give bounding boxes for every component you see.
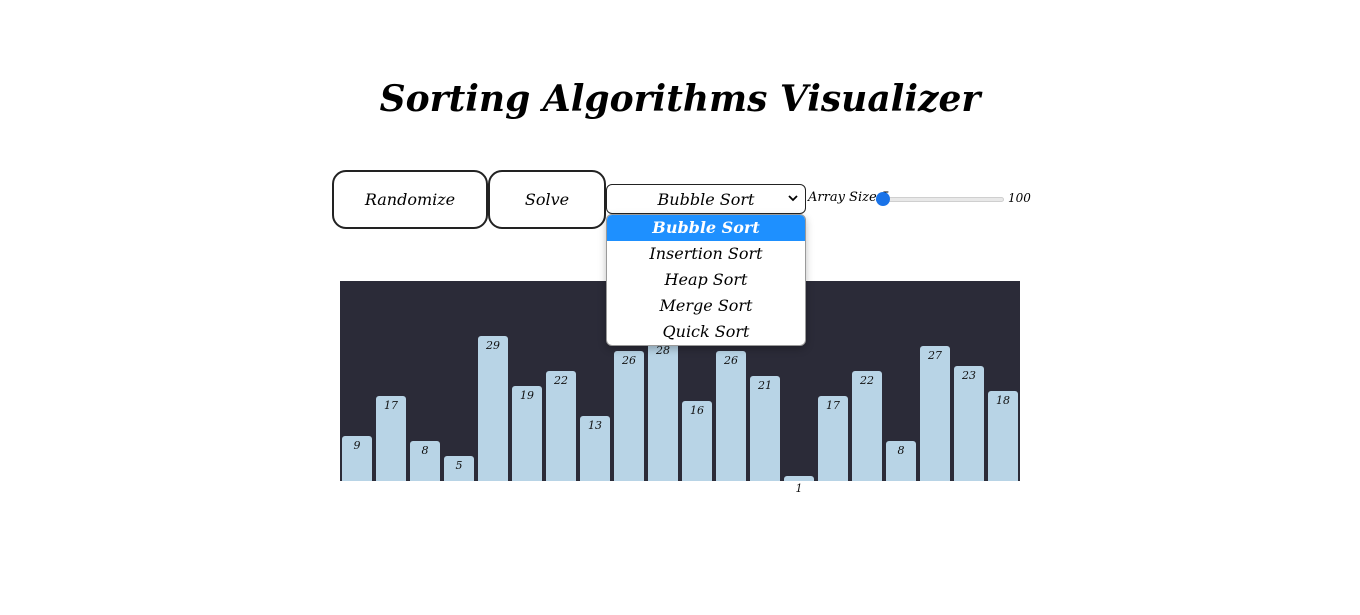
chart-bar: [614, 351, 644, 481]
chart-bar-label: 1: [795, 482, 803, 495]
algorithm-dropdown-list: Bubble Sort Insertion Sort Heap Sort Merge …: [606, 214, 806, 346]
chart-bar-label: 22: [554, 374, 568, 387]
chart-bar-label: 18: [996, 394, 1010, 407]
chart-bar-label: 13: [588, 419, 602, 432]
algorithm-option-merge-sort[interactable]: Merge Sort: [607, 293, 805, 319]
randomize-button-label: Randomize: [364, 190, 456, 209]
chart-bar-label: 19: [520, 389, 534, 402]
chart-bar: [716, 351, 746, 481]
algorithm-select[interactable]: Bubble Sort: [606, 184, 806, 214]
chart-bar-label: 21: [758, 379, 772, 392]
chevron-down-icon: [788, 195, 798, 202]
chart-bar: [784, 476, 814, 481]
chart-bar-label: 27: [928, 349, 942, 362]
chart-bar: [920, 346, 950, 481]
chart-bar-label: 8: [897, 444, 905, 457]
chart-bar-label: 23: [962, 369, 976, 382]
array-size-label-text: Array Size:: [808, 190, 882, 205]
chart-bar-label: 8: [421, 444, 429, 457]
chart-bar-label: 16: [690, 404, 704, 417]
array-size-slider[interactable]: [876, 192, 1004, 206]
page-title: Sorting Algorithms Visualizer: [379, 78, 981, 120]
algorithm-select-value: Bubble Sort: [657, 189, 755, 209]
slider-track: [876, 197, 1004, 202]
chart-bar-label: 29: [486, 339, 500, 352]
array-size-max: 100: [1008, 191, 1031, 205]
algorithm-option-bubble-sort[interactable]: Bubble Sort: [607, 215, 805, 241]
algorithm-option-insertion-sort[interactable]: Insertion Sort: [607, 241, 805, 267]
chart-bar: [478, 336, 508, 481]
chart-bar: [852, 371, 882, 481]
chart-bar: [546, 371, 576, 481]
chart-bar-label: 9: [353, 439, 361, 452]
chart-bar-label: 26: [724, 354, 738, 367]
solve-button-label: Solve: [524, 190, 570, 209]
algorithm-option-quick-sort[interactable]: Quick Sort: [607, 319, 805, 345]
algorithm-option-heap-sort[interactable]: Heap Sort: [607, 267, 805, 293]
chart-bar-label: 17: [826, 399, 840, 412]
randomize-button[interactable]: Randomize: [332, 170, 488, 229]
chart-bar-label: 22: [860, 374, 874, 387]
chart-bar: [648, 341, 678, 481]
chart-bar-label: 17: [384, 399, 398, 412]
chart-bar: [954, 366, 984, 481]
slider-thumb[interactable]: [876, 192, 890, 206]
chart-bar-label: 5: [455, 459, 463, 472]
chart-bar-label: 26: [622, 354, 636, 367]
solve-button[interactable]: Solve: [488, 170, 606, 229]
